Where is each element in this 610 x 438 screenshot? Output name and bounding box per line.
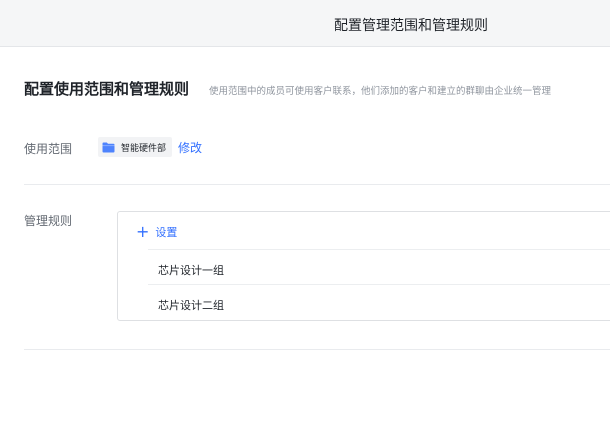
dialog-window: 配置管理范围和管理规则 配置使用范围和管理规则 使用范围中的成员可使用客户联系，… — [0, 0, 610, 438]
list-item[interactable]: 芯片设计二组 — [158, 297, 224, 313]
add-rule-label: 设置 — [155, 226, 178, 239]
add-rule-button[interactable]: + 设置 — [136, 224, 177, 240]
title-bar: 配置管理范围和管理规则 — [0, 0, 610, 47]
section-description: 使用范围中的成员可使用客户联系，他们添加的客户和建立的群聊由企业统一管理 — [209, 86, 552, 97]
section-heading: 配置使用范围和管理规则 — [24, 80, 190, 98]
window-title: 配置管理范围和管理规则 — [334, 18, 488, 34]
section-divider — [24, 349, 610, 350]
scope-row: 智能硬件部 修改 — [98, 137, 202, 157]
list-divider — [148, 284, 610, 285]
list-divider — [148, 249, 610, 250]
department-tag: 智能硬件部 — [98, 137, 173, 157]
rules-list: + 设置 芯片设计一组 芯片设计二组 — [117, 211, 610, 321]
list-item[interactable]: 芯片设计一组 — [158, 262, 224, 278]
department-name: 智能硬件部 — [121, 143, 167, 154]
section-header: 配置使用范围和管理规则 使用范围中的成员可使用客户联系，他们添加的客户和建立的群… — [24, 78, 551, 99]
plus-icon: + — [136, 222, 150, 241]
edit-scope-link[interactable]: 修改 — [178, 139, 202, 156]
section-divider — [24, 184, 610, 185]
folder-icon — [102, 142, 115, 153]
rules-label: 管理规则 — [24, 214, 73, 228]
scope-label: 使用范围 — [24, 142, 73, 156]
